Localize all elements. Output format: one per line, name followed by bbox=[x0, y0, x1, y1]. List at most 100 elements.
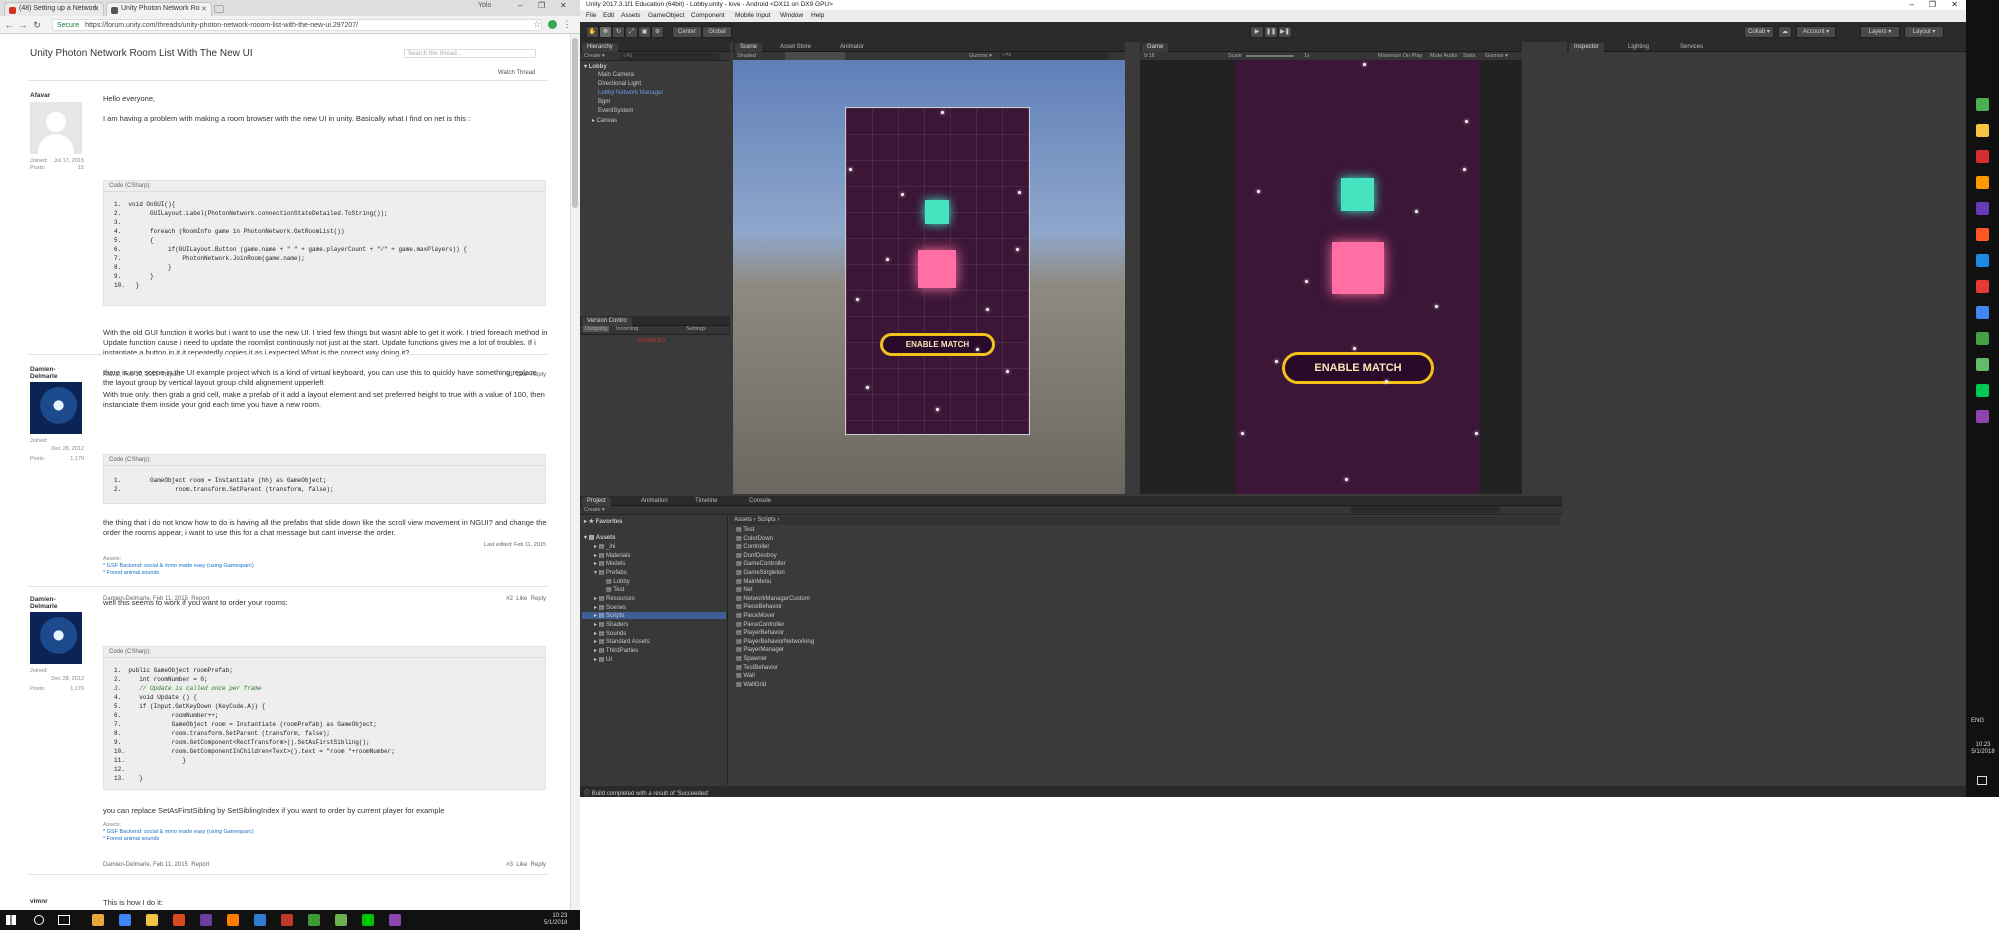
tab-timeline[interactable]: Timeline bbox=[690, 497, 722, 506]
taskbar-app-icon[interactable] bbox=[1976, 202, 1989, 215]
taskbar-app-icon[interactable] bbox=[362, 914, 374, 926]
project-search[interactable] bbox=[1350, 506, 1500, 513]
close-icon[interactable]: ✕ bbox=[93, 5, 99, 13]
script-file[interactable]: ▤ PieceBehavior bbox=[736, 603, 782, 610]
script-file[interactable]: ▤ Wall bbox=[736, 672, 755, 679]
scale-tool-icon[interactable]: ⤢ bbox=[625, 26, 638, 38]
script-file[interactable]: ▤ Spawner bbox=[736, 655, 767, 662]
scene-root[interactable]: ▾ Lobby bbox=[584, 63, 607, 70]
search-thread-input[interactable]: Search this thread... bbox=[404, 49, 536, 58]
signature-link[interactable]: * Forest animal sounds bbox=[103, 570, 254, 577]
hierarchy-item[interactable]: Lobby Network Manager bbox=[598, 90, 663, 96]
script-file[interactable]: ▤ WallGrid bbox=[736, 681, 766, 688]
move-tool-icon[interactable]: ✥ bbox=[599, 26, 612, 38]
avatar[interactable] bbox=[30, 102, 82, 154]
script-file[interactable]: ▤ DontDestroy bbox=[736, 552, 777, 559]
folder-item[interactable]: ▸ ▤ Shaders bbox=[594, 621, 628, 628]
folder-item[interactable]: ▸ ▤ Materials bbox=[594, 552, 630, 559]
game-view[interactable]: ENABLE MATCH bbox=[1140, 60, 1522, 494]
script-file[interactable]: ▤ Test bbox=[736, 526, 754, 533]
tab-animation[interactable]: Animation bbox=[636, 497, 673, 506]
tab-hierarchy[interactable]: Hierarchy bbox=[582, 43, 618, 52]
taskbar-app-icon[interactable] bbox=[1976, 332, 1989, 345]
back-icon[interactable]: ← bbox=[4, 19, 14, 31]
menu-edit[interactable]: Edit bbox=[603, 12, 614, 19]
taskbar-app-icon[interactable] bbox=[173, 914, 185, 926]
assets-folder[interactable]: ▾ ▤ Assets bbox=[584, 534, 615, 541]
tab-version-control[interactable]: Version Contro bbox=[582, 317, 632, 326]
signature-link[interactable]: * Forest animal sounds bbox=[103, 836, 254, 843]
taskbar-app-icon[interactable] bbox=[200, 914, 212, 926]
hierarchy-search[interactable]: ⌕All bbox=[620, 53, 720, 60]
taskbar-app-icon[interactable] bbox=[389, 914, 401, 926]
post-username[interactable]: Damien-Delmarle bbox=[30, 366, 80, 380]
rotate-tool-icon[interactable]: ↻ bbox=[612, 26, 625, 38]
folder-item[interactable]: ▸ ▤ ThirdParties bbox=[594, 647, 638, 654]
url-input[interactable]: Secure https://forum.unity.com/threads/u… bbox=[52, 19, 542, 31]
create-button[interactable]: Create ▾ bbox=[584, 53, 605, 59]
taskbar-app-icon[interactable] bbox=[281, 914, 293, 926]
folder-item[interactable]: ▸ ▤ _ini bbox=[594, 543, 615, 550]
script-file[interactable]: ▤ Net bbox=[736, 586, 753, 593]
transform-tool-icon[interactable]: ⊕ bbox=[651, 26, 664, 38]
taskbar-app-icon[interactable] bbox=[1976, 306, 1989, 319]
close-icon[interactable]: ✕ bbox=[201, 5, 207, 13]
gizmos-dropdown[interactable]: Gizmos ▾ bbox=[969, 53, 992, 59]
cloud-icon[interactable]: ☁ bbox=[1778, 26, 1792, 38]
taskbar-app-icon[interactable] bbox=[1976, 150, 1989, 163]
gizmos-dropdown[interactable]: Gizmos ▾ bbox=[1485, 53, 1508, 59]
stats-toggle[interactable]: Stats bbox=[1463, 53, 1476, 59]
scene-view[interactable]: ENABLE MATCH bbox=[733, 60, 1125, 494]
folder-item[interactable]: ▸ ▤ UI bbox=[594, 656, 612, 663]
taskbar-app-icon[interactable] bbox=[227, 914, 239, 926]
script-file[interactable]: ▤ PlayerBehavior bbox=[736, 629, 784, 636]
aspect-dropdown[interactable]: 9:16 bbox=[1144, 53, 1155, 59]
taskbar-app-icon[interactable] bbox=[1976, 358, 1989, 371]
post-username[interactable]: Damien-Delmarle bbox=[30, 596, 80, 610]
settings-button[interactable]: Settings bbox=[686, 326, 706, 332]
folder-item[interactable]: ▸ ▤ Sounds bbox=[594, 630, 626, 637]
taskbar-app-icon[interactable] bbox=[308, 914, 320, 926]
tab-asset-store[interactable]: Asset Store bbox=[775, 43, 816, 52]
script-file[interactable]: ▤ GameController bbox=[736, 560, 786, 567]
post-username[interactable]: vimnr bbox=[30, 898, 80, 905]
maximize-icon[interactable]: ❐ bbox=[538, 1, 545, 10]
folder-item[interactable]: ▸ ▤ Scenes bbox=[594, 604, 626, 611]
taskbar-app-icon[interactable] bbox=[1976, 384, 1989, 397]
taskbar-app-icon[interactable] bbox=[1976, 98, 1989, 111]
avatar[interactable] bbox=[30, 382, 82, 434]
taskbar-app-icon[interactable] bbox=[1976, 176, 1989, 189]
minimize-icon[interactable]: – bbox=[1910, 0, 1914, 9]
tab-inspector[interactable]: Inspector bbox=[1569, 43, 1604, 52]
taskbar-app-icon[interactable] bbox=[1976, 410, 1989, 423]
scrollbar-thumb[interactable] bbox=[572, 38, 578, 208]
tab-services[interactable]: Services bbox=[1675, 43, 1708, 52]
rect-tool-icon[interactable]: ▣ bbox=[638, 26, 651, 38]
script-file[interactable]: ▤ PlayerManager bbox=[736, 646, 784, 653]
hierarchy-item[interactable]: Bgm bbox=[598, 99, 610, 105]
tab-game[interactable]: Game bbox=[1142, 43, 1169, 52]
menu-mobile-input[interactable]: Mobile Input bbox=[735, 12, 770, 19]
reload-icon[interactable]: ↻ bbox=[32, 19, 42, 31]
folder-item[interactable]: ▸ ▤ Models bbox=[594, 560, 625, 567]
play-icon[interactable]: ▶ bbox=[1250, 26, 1264, 38]
scene-view-toggles[interactable] bbox=[785, 52, 845, 60]
taskbar-app-icon[interactable] bbox=[92, 914, 104, 926]
maximize-on-play[interactable]: Maximize On Play bbox=[1378, 53, 1422, 59]
menu-assets[interactable]: Assets bbox=[621, 12, 641, 19]
menu-file[interactable]: File bbox=[586, 12, 596, 19]
script-file[interactable]: ▤ MainMenu bbox=[736, 578, 771, 585]
star-icon[interactable]: ☆ bbox=[532, 18, 542, 30]
taskbar-app-icon[interactable] bbox=[1976, 254, 1989, 267]
extension-icon[interactable] bbox=[548, 20, 557, 29]
folder-item[interactable]: ▾ ▤ Prefabs bbox=[594, 569, 627, 576]
forward-icon[interactable]: → bbox=[18, 19, 28, 31]
script-file[interactable]: ▤ Controller bbox=[736, 543, 769, 550]
new-tab-button[interactable] bbox=[214, 5, 224, 13]
incoming-tab[interactable]: Incoming bbox=[616, 326, 638, 332]
scale-slider[interactable] bbox=[1246, 55, 1294, 57]
menu-icon[interactable]: ⋮ bbox=[562, 18, 572, 30]
taskbar-app-icon[interactable] bbox=[335, 914, 347, 926]
shaded-dropdown[interactable]: Shaded bbox=[737, 53, 756, 59]
menu-help[interactable]: Help bbox=[811, 12, 824, 19]
